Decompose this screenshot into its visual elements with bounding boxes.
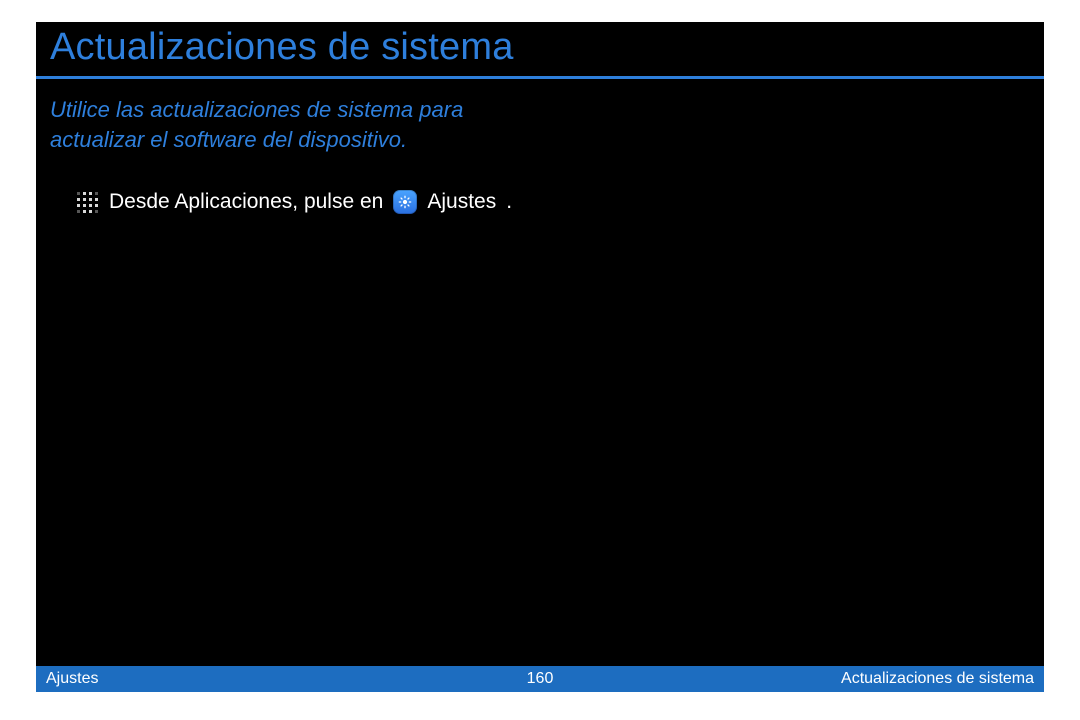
settings-gear-icon: [393, 190, 417, 214]
content-area: Actualizaciones de sistema Utilice las a…: [36, 22, 1044, 692]
intro-paragraph: Utilice las actualizaciones de sistema p…: [36, 79, 506, 154]
footer-section-right: Actualizaciones de sistema: [553, 670, 1034, 688]
instruction-settings-label: Ajustes: [427, 190, 496, 214]
footer-bar: Ajustes 160 Actualizaciones de sistema: [36, 666, 1044, 692]
footer-section-left: Ajustes: [46, 670, 527, 688]
footer-page-number: 160: [527, 670, 554, 688]
instruction-step: Desde Aplicaciones, pulse en Ajustes.: [36, 154, 1044, 214]
apps-grid-icon: [76, 191, 99, 214]
instruction-text-before: Desde Aplicaciones, pulse en: [109, 190, 383, 214]
page: Actualizaciones de sistema Utilice las a…: [0, 0, 1080, 720]
page-title: Actualizaciones de sistema: [36, 22, 1044, 79]
instruction-text-after: .: [506, 190, 512, 214]
